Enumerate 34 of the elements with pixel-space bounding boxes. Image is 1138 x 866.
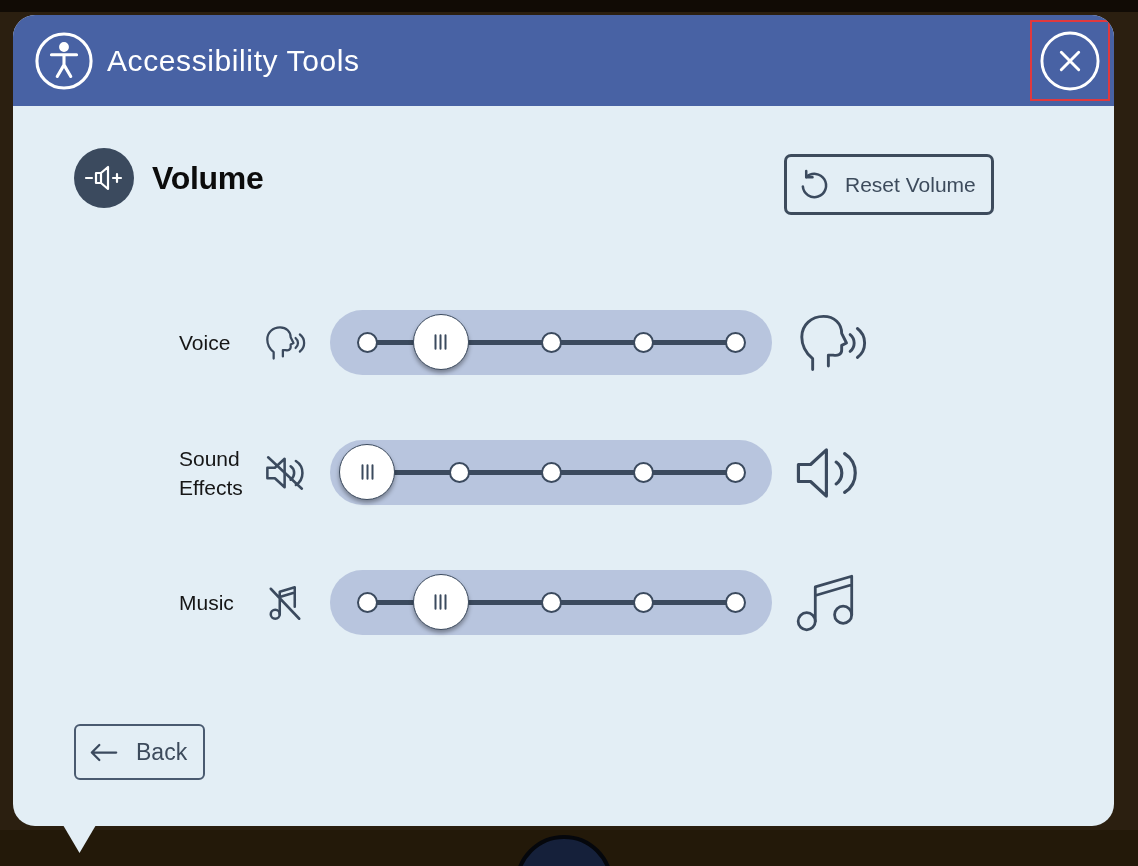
volume-icon <box>74 148 134 208</box>
slider-label: Music <box>179 590 235 616</box>
step-dot-icon <box>633 332 654 353</box>
slider-thumb[interactable] <box>339 444 395 500</box>
step-dot-icon <box>725 332 746 353</box>
step-dot-icon <box>357 592 378 613</box>
slider-thumb[interactable] <box>412 574 469 630</box>
accessibility-icon <box>35 31 93 90</box>
music-notes-icon <box>796 572 856 633</box>
step-dot-icon <box>633 462 654 483</box>
window-title: Accessibility Tools <box>107 43 360 78</box>
close-button[interactable] <box>1030 20 1110 101</box>
slider-label: Voice <box>179 330 232 356</box>
step-dot-icon <box>541 462 562 483</box>
muted-music-icon <box>268 584 302 621</box>
step-dot-icon <box>357 332 378 353</box>
step-dot-icon <box>725 592 746 613</box>
step-dot-icon <box>449 462 470 483</box>
left-arrow-icon <box>89 742 119 762</box>
grip-lines-icon <box>433 333 449 351</box>
step-dot-icon <box>725 462 746 483</box>
muted-speaker-icon <box>265 454 305 491</box>
section-title: Volume <box>152 159 264 197</box>
reset-volume-button[interactable]: Reset Volume <box>784 154 994 215</box>
slider-label: Sound Effects <box>179 445 244 501</box>
step-dot-icon <box>541 332 562 353</box>
slider-thumb[interactable] <box>412 314 469 370</box>
grip-lines-icon <box>433 593 449 611</box>
speaking-head-icon <box>263 325 307 360</box>
grip-lines-icon <box>359 463 375 481</box>
back-button[interactable]: Back <box>74 724 205 780</box>
step-dot-icon <box>541 592 562 613</box>
close-icon <box>1040 30 1100 91</box>
step-dot-icon <box>633 592 654 613</box>
